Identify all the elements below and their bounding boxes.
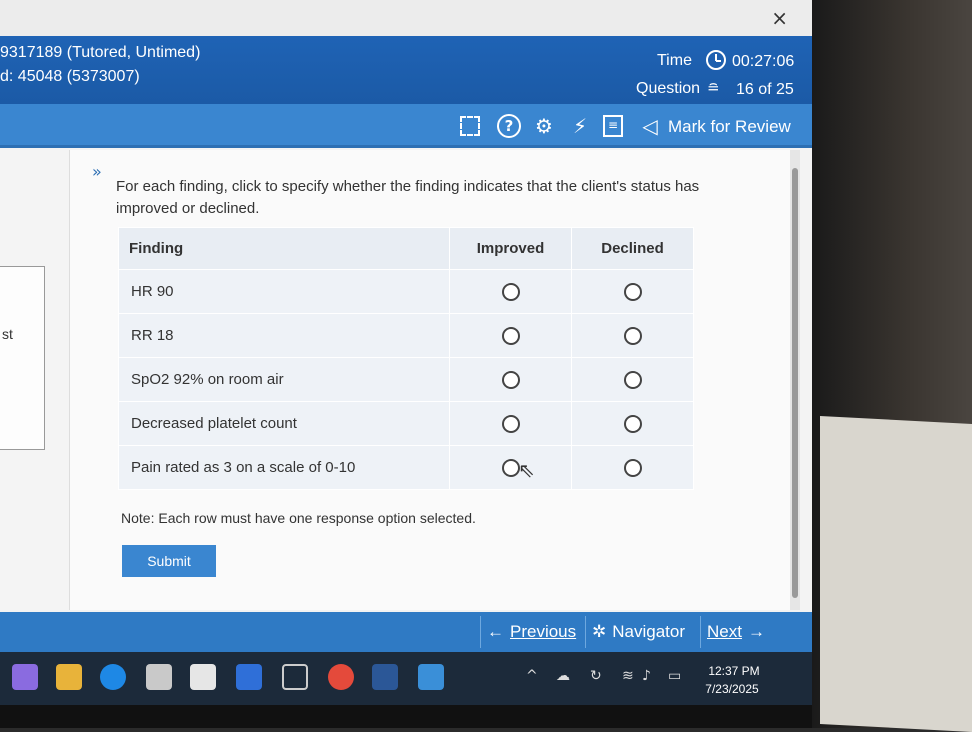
volume-icon[interactable]: ♪ [642, 668, 651, 684]
sync-icon[interactable]: ↻ [590, 668, 602, 684]
dropbox-icon[interactable] [236, 664, 262, 690]
finding-cell: Decreased platelet count [118, 401, 450, 446]
navigator-icon: ✲ [592, 622, 607, 641]
close-icon[interactable]: × [771, 6, 788, 30]
double-chevron-icon: » [92, 162, 102, 181]
next-button[interactable]: Next → [700, 616, 774, 648]
edge-browser-icon[interactable] [100, 664, 126, 690]
item-id-label: d: 45048 (5373007) [0, 68, 140, 85]
question-label: Question [636, 80, 701, 97]
next-label: Next [707, 622, 742, 641]
table-row: Decreased platelet count [118, 401, 694, 446]
windows-taskbar: ^ ☁ ↻ ≋ ♪ ▭ 12:37 PM 7/23/2025 [0, 652, 812, 705]
fullscreen-icon[interactable] [460, 116, 480, 136]
declined-radio[interactable] [623, 326, 642, 345]
improved-radio[interactable] [501, 458, 520, 477]
background-paper [820, 416, 972, 732]
previous-button[interactable]: ← Previous [480, 616, 584, 648]
left-panel-box [0, 266, 45, 450]
flag-icon[interactable]: ◁ [638, 114, 662, 138]
battery-icon[interactable]: ▭ [668, 668, 681, 684]
wifi-icon[interactable]: ≋ [622, 668, 634, 684]
response-matrix: Finding Improved Declined HR 90 RR 18 Sp… [118, 227, 694, 490]
window-titlebar: × [0, 0, 812, 36]
improved-radio[interactable] [501, 414, 520, 433]
monitor-screen: × 9317189 (Tutored, Untimed) d: 45048 (5… [0, 0, 812, 705]
app-icon[interactable] [282, 664, 308, 690]
declined-radio[interactable] [623, 370, 642, 389]
left-panel-text: st [2, 326, 13, 342]
notes-icon[interactable]: ≡ [603, 115, 623, 137]
previous-label: Previous [510, 622, 577, 641]
chrome-icon[interactable] [328, 664, 354, 690]
mouse-cursor-icon: ⇖ [518, 458, 535, 482]
improved-radio[interactable] [501, 326, 520, 345]
file-explorer-icon[interactable] [56, 664, 82, 690]
scrollbar-thumb[interactable] [792, 168, 798, 598]
selection-note: Note: Each row must have one response op… [121, 510, 476, 526]
table-row: HR 90 [118, 269, 694, 314]
finding-cell: Pain rated as 3 on a scale of 0-10 [118, 445, 450, 490]
column-header-declined: Declined [571, 227, 694, 270]
taskbar-date[interactable]: 7/23/2025 [702, 682, 762, 696]
exam-toolbar: ? ⚙ ⚡ ≡ ◁ Mark for Review [0, 104, 812, 148]
declined-radio[interactable] [623, 282, 642, 301]
navigator-button[interactable]: ✲ Navigator [585, 616, 697, 648]
question-counter: 16 of 25 [736, 81, 794, 98]
question-list-icon: ≘ [707, 80, 720, 97]
amazon-icon[interactable] [190, 664, 216, 690]
settings-icon[interactable]: ⚙ [532, 114, 556, 138]
finding-cell: RR 18 [118, 313, 450, 358]
finding-cell: HR 90 [118, 269, 450, 314]
table-row: SpO2 92% on room air [118, 357, 694, 402]
exam-header: 9317189 (Tutored, Untimed) d: 45048 (537… [0, 36, 812, 104]
finding-cell: SpO2 92% on room air [118, 357, 450, 402]
column-header-finding: Finding [118, 227, 450, 270]
table-row: Pain rated as 3 on a scale of 0-10 [118, 445, 694, 490]
declined-radio[interactable] [623, 414, 642, 433]
calculator-app-icon[interactable] [418, 664, 444, 690]
time-value: 00:27:06 [732, 53, 795, 70]
store-icon[interactable] [146, 664, 172, 690]
monitor-bezel-bottom [0, 705, 812, 728]
submit-button[interactable]: Submit [122, 545, 216, 577]
time-label: Time [657, 52, 692, 69]
mark-for-review-button[interactable]: Mark for Review [668, 117, 791, 137]
calculator-icon[interactable]: ⚡ [568, 114, 592, 138]
copilot-icon[interactable] [12, 664, 38, 690]
exam-footer: ← Previous ✲ Navigator Next → [0, 612, 812, 652]
test-id-label: 9317189 (Tutored, Untimed) [0, 44, 201, 61]
navigator-label: Navigator [612, 622, 686, 641]
content-scrollbar[interactable] [790, 150, 800, 610]
table-row: RR 18 [118, 313, 694, 358]
cloud-icon[interactable]: ☁ [556, 668, 570, 684]
question-instruction: For each finding, click to specify wheth… [116, 178, 700, 217]
chevron-up-icon[interactable]: ^ [526, 668, 538, 684]
word-icon[interactable] [372, 664, 398, 690]
question-content: st » For each finding, click to specify … [0, 150, 790, 610]
arrow-left-icon: ← [487, 622, 504, 641]
taskbar-time[interactable]: 12:37 PM [706, 664, 762, 678]
matrix-header-row: Finding Improved Declined [118, 227, 694, 270]
clock-icon [706, 50, 726, 70]
arrow-right-icon: → [747, 622, 765, 641]
help-icon[interactable]: ? [497, 114, 521, 138]
improved-radio[interactable] [501, 370, 520, 389]
improved-radio[interactable] [501, 282, 520, 301]
column-header-improved: Improved [449, 227, 572, 270]
declined-radio[interactable] [623, 458, 642, 477]
left-panel: st [0, 150, 70, 610]
